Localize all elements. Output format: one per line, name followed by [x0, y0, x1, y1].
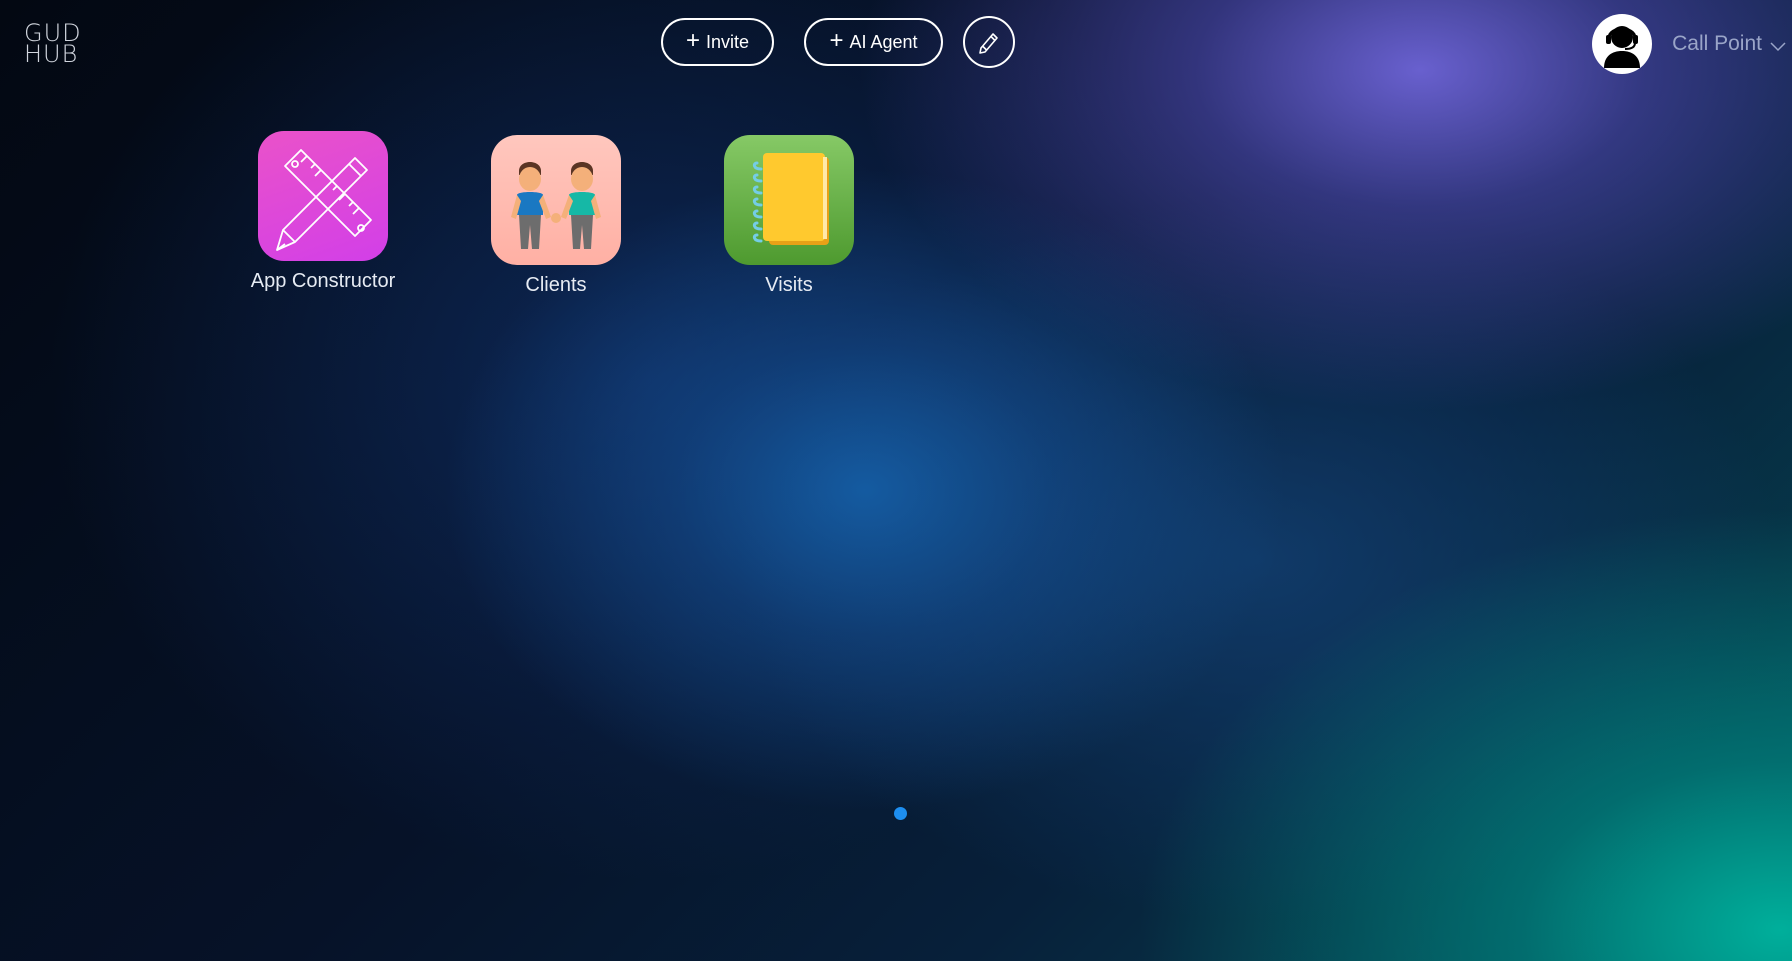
notebook-icon	[752, 153, 829, 245]
invite-label: Invite	[705, 31, 750, 52]
app-grid: App Constructor Clients Visits	[233, 131, 932, 297]
ai-agent-button[interactable]: + AI Agent	[804, 18, 943, 66]
gudhub-logo[interactable]: GUD HUB	[24, 21, 82, 68]
plus-icon: +	[685, 27, 700, 54]
support-agent-icon	[1604, 26, 1641, 68]
logo-line-2: HUB	[24, 40, 79, 68]
app-tile-visits[interactable]: Visits	[699, 131, 879, 297]
app-tile-clients[interactable]: Clients	[466, 131, 646, 297]
user-menu[interactable]: Call Point	[1592, 14, 1792, 74]
page-indicator-dot[interactable]	[894, 807, 907, 820]
avatar[interactable]	[1592, 14, 1653, 74]
user-name[interactable]: Call Point	[1672, 32, 1762, 56]
two-men-holding-hands-icon	[511, 162, 601, 249]
app-icon-app-constructor[interactable]	[258, 131, 388, 261]
app-label: App Constructor	[250, 270, 396, 292]
app-label: Visits	[765, 274, 813, 296]
app-icon-clients[interactable]	[491, 135, 621, 265]
app-tile-app-constructor[interactable]: App Constructor	[233, 131, 413, 297]
chevron-down-icon[interactable]	[1770, 42, 1786, 52]
edit-mode-button[interactable]	[963, 16, 1015, 68]
invite-button[interactable]: + Invite	[661, 18, 774, 66]
ai-agent-label: AI Agent	[849, 31, 918, 52]
plus-icon: +	[829, 27, 844, 54]
app-label: Clients	[525, 274, 587, 296]
pencil-icon	[979, 33, 998, 54]
app-icon-visits[interactable]	[724, 135, 854, 265]
pencil-ruler-icon	[276, 149, 372, 251]
